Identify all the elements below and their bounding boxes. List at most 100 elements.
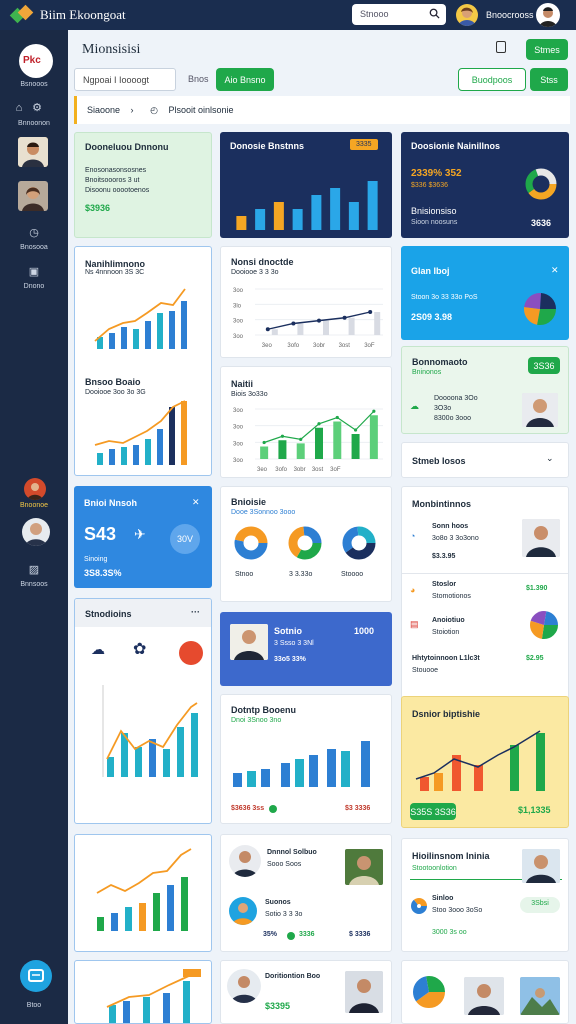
team-photo[interactable] (18, 137, 48, 167)
sidebar-item-label[interactable]: Bnosooa (0, 244, 68, 251)
line-chart-card[interactable]: Nonsi dnoctde Dooiooe 3 3 3o 3oo 3lo 3oo 3o… (220, 246, 392, 358)
card-line: Sotio 3 3 3o (265, 911, 303, 918)
blue-pie-card[interactable]: Glan Iboj ✕ Stoon 3o 33 33o PoS 2S09 3.9… (401, 246, 569, 340)
list-item-title: Stoslor (432, 581, 457, 588)
person-photo (464, 977, 504, 1015)
bar-chart-card[interactable]: Dotntp Booenu Dnoi 3Snoo 3no $3636 3ss $… (220, 694, 392, 824)
navy-bar-card[interactable]: Donosie Bnstnns 3335 (220, 132, 392, 238)
sidebar-item-label[interactable]: Bnnoonon (0, 120, 68, 127)
donut-chart (288, 526, 322, 560)
tick-label: 3lo (233, 303, 242, 309)
card-label: Bnisionsiso (411, 206, 457, 216)
tick-label: 3ofo (287, 343, 299, 349)
sidebar-item-label[interactable]: Bnoonoe (0, 502, 68, 509)
sidebar-item-label[interactable]: Btoo (0, 1002, 68, 1009)
record-icon[interactable] (179, 641, 203, 665)
tick-label: 3oo (233, 288, 244, 294)
green-action-button[interactable]: Stss (530, 68, 568, 91)
person-avatar (229, 845, 261, 877)
chevron-down-icon[interactable]: ⌄ (546, 453, 554, 464)
tick-label: 3ost (312, 467, 324, 473)
status-badge[interactable]: 3Sbsi (520, 897, 560, 913)
manager-avatar[interactable] (22, 518, 50, 546)
flower-icon[interactable]: ✿ (133, 639, 146, 659)
card-title: Nonsi dnoctde (231, 257, 294, 267)
outline-button[interactable]: Buodpoos (458, 68, 526, 91)
circle-button[interactable]: 30V (170, 524, 200, 554)
card-title: Nanihlimnono (85, 259, 145, 269)
combo-chart-card[interactable]: Nanihlimnono Ns 4nnnoon 3S 3C Bnsoo Boai… (74, 246, 212, 476)
image-icon[interactable]: ▨ (28, 564, 40, 576)
lock-icon[interactable] (496, 41, 506, 53)
sidebar-logo[interactable]: Pkc (19, 44, 53, 78)
search-input[interactable]: Stnooo (352, 4, 446, 25)
search-field[interactable]: Ngpoai I Ioooogt (74, 68, 176, 91)
card-foot: $3 3336 (345, 805, 371, 812)
apply-button[interactable]: Aio Bnsno (216, 68, 274, 91)
timeline-card[interactable]: Hioilinsnom Ininia Stootoonlotion Sinloo… (401, 838, 569, 952)
folder-icon[interactable]: ▣ (28, 266, 40, 278)
card-line: Enosonasonsosnes (85, 167, 147, 174)
card-value: $1,1335 (518, 805, 551, 815)
card-stat: $336 $3636 (411, 182, 448, 189)
badge-photo[interactable] (24, 478, 46, 500)
user-menu[interactable]: Bnoocrooss (456, 3, 560, 27)
combo-chart (94, 288, 187, 349)
monitor-list-card[interactable]: Monbintinnos ◔ Sonn hoos 3o8o 3 3o3ono $… (401, 486, 569, 718)
card-foot: $3636 3ss (231, 805, 265, 812)
user-avatar[interactable] (456, 4, 478, 26)
card-badge[interactable]: 3S36 (528, 357, 560, 374)
donuts-card[interactable]: Bnioisie Dooe 3Sonnoo 3ooo Stnoo 3 3.33o… (220, 486, 392, 602)
icon-chart-card[interactable]: Stnodioins ··· ☁ ✿ (74, 598, 212, 824)
settings-icon[interactable]: ⚙ (31, 102, 43, 114)
calendar-icon: ▤ (410, 619, 419, 629)
card-title: Stmeb Iosos (412, 456, 466, 466)
breadcrumb-item[interactable]: Siaoone (87, 105, 120, 115)
line-bar-card[interactable] (74, 834, 212, 952)
sidebar-item-label[interactable]: Bnnsoos (0, 581, 68, 588)
close-icon[interactable]: ✕ (551, 265, 559, 276)
clock-icon[interactable]: ◷ (28, 227, 40, 239)
bar-mark (292, 209, 303, 230)
save-button[interactable]: Stmes (526, 39, 568, 60)
close-icon[interactable]: ✕ (192, 497, 200, 508)
card-badge: 3335 (350, 139, 378, 150)
profile-avatar[interactable] (536, 3, 560, 27)
sidebar-item-label[interactable]: Dnono (0, 283, 68, 290)
page-title: Mionsisisi (82, 42, 141, 57)
blue-metric-card[interactable]: Bnioi Nnsoh ✕ S43 ✈ 30V Sinoing 3S8.3S% (74, 486, 212, 588)
filter-label[interactable]: Bnos (188, 74, 209, 84)
breadcrumb-item[interactable]: Plsooit oinlsonie (168, 105, 233, 115)
card-line: Suonos (265, 899, 291, 906)
person-photo (522, 849, 560, 883)
search-icon[interactable] (429, 8, 440, 19)
card-sub: Dnoi 3Snoo 3no (231, 717, 282, 724)
stats-card[interactable]: Doosionie Nainillnos 2339% 352 $336 $363… (401, 132, 569, 238)
green-badge-button[interactable]: S35S 3S36 (410, 803, 456, 820)
team-card[interactable]: Dnnnol Solbuo Sooo Soos Suonos Sotio 3 3… (220, 834, 392, 952)
member-photo[interactable] (18, 181, 48, 211)
summary-card[interactable]: Dooneluou Dnnonu Enosonasonsosnes Bnoits… (74, 132, 212, 238)
bar-mark (323, 320, 329, 335)
gallery-card[interactable] (401, 960, 569, 1024)
card-title: Dooneluou Dnnonu (85, 142, 169, 152)
sidebar-item-label[interactable]: Bsnooos (0, 81, 68, 88)
dropdown-card[interactable]: Stmeb Iosos ⌄ (401, 442, 569, 478)
donut-label: Stnoo (235, 571, 254, 578)
more-icon[interactable]: ··· (191, 607, 200, 617)
home-icon[interactable]: ⌂ (13, 102, 25, 114)
search-placeholder: Stnooo (360, 9, 389, 19)
tick-label: 3ost (339, 343, 351, 349)
yellow-chart-card[interactable]: Dsnior biptishie S35S 3S36 $1,1335 (401, 696, 569, 828)
small-chart-card[interactable] (74, 960, 212, 1024)
history-icon[interactable]: ◴ (150, 105, 158, 115)
card-line: 3000 3s oo (432, 929, 467, 936)
bar-mark (236, 216, 247, 230)
bar-chart-card[interactable]: Naitii Biois 3o33o 3oo 3oo 3oo 3oo 3eo 3ofo 3o… (220, 366, 392, 478)
cloud-icon[interactable]: ☁ (91, 641, 105, 658)
card-sub: Bninonos (412, 369, 442, 376)
profile-banner-card[interactable]: Sotnio 3 Ssso 3 3Nl 33o5 33% 1000 (220, 612, 392, 686)
green-card[interactable]: Bonnomaoto Bninonos 3S36 ☁ Doooona 3Oo 3… (401, 346, 569, 434)
chat-button[interactable] (20, 960, 52, 992)
profiles-card[interactable]: Doritiontion Boo $3395 (220, 960, 392, 1024)
